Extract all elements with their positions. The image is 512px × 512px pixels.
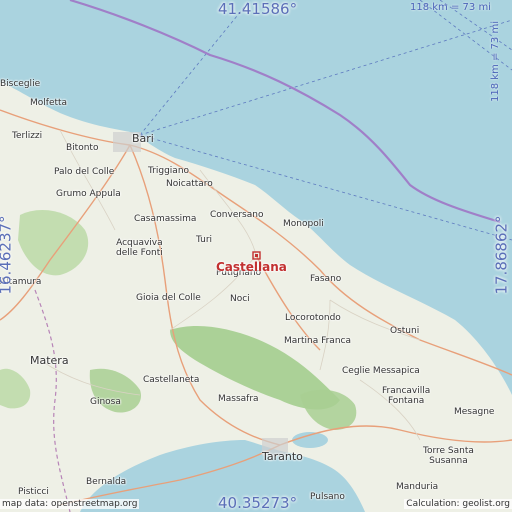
- place-label: Mesagne: [454, 407, 495, 417]
- place-label: Palo del Colle: [54, 167, 115, 177]
- place-label: Bisceglie: [0, 79, 41, 89]
- place-label: Ostuni: [390, 326, 420, 336]
- place-label: Triggiano: [148, 166, 190, 176]
- place-label: Monopoli: [283, 219, 324, 229]
- murge-forest-4: [0, 368, 31, 409]
- target-place-label: Castellana: [216, 260, 287, 274]
- place-label: Matera: [30, 354, 69, 367]
- scale-right-label: 118 km = 73 mi: [489, 21, 501, 102]
- place-label: Ceglie Messapica: [342, 366, 420, 376]
- regional-border: [34, 289, 71, 512]
- murge-forest-1: [18, 210, 89, 276]
- place-label: Noicattaro: [166, 179, 213, 189]
- place-label: Fasano: [310, 274, 342, 284]
- place-label: Casamassima: [134, 214, 197, 224]
- scale-top-label: 118 km = 73 mi: [410, 2, 491, 13]
- map-data-attribution[interactable]: map data: openstreetmap.org: [0, 499, 140, 509]
- place-label: Francavilla Fontana: [382, 386, 431, 406]
- place-label: Castellaneta: [143, 375, 200, 385]
- place-label: Terlizzi: [12, 131, 43, 141]
- place-label: Martina Franca: [284, 336, 351, 346]
- place-label: Pisticci: [18, 487, 49, 497]
- calculation-attribution[interactable]: Calculation: geolist.org: [404, 499, 512, 509]
- place-label: Bari: [132, 132, 154, 145]
- place-label: Bernalda: [86, 477, 127, 487]
- north-latitude-label: 41.41586°: [218, 0, 298, 18]
- map-base-layer: [0, 0, 512, 512]
- murge-forest-5: [300, 389, 357, 430]
- place-label: Turi: [196, 235, 213, 245]
- place-label: Acquaviva delle Fonti: [116, 238, 163, 258]
- place-label: Grumo Appula: [56, 189, 121, 199]
- place-label: Conversano: [210, 210, 264, 220]
- place-label: Torre Santa Susanna: [423, 446, 474, 466]
- place-label: Taranto: [262, 450, 303, 463]
- place-label: Gioia del Colle: [136, 293, 201, 303]
- place-label: Ginosa: [90, 397, 121, 407]
- place-label: Manduria: [396, 482, 439, 492]
- west-longitude-label: 16.46237°: [0, 215, 15, 295]
- east-longitude-label: 17.86862°: [492, 215, 511, 295]
- place-label: Noci: [230, 294, 250, 304]
- place-label: Bitonto: [66, 143, 99, 153]
- map-canvas[interactable]: Bisceglie Molfetta Terlizzi Bari Bitonto Trig…: [0, 0, 512, 512]
- place-label: Massafra: [218, 394, 259, 404]
- place-label: Molfetta: [30, 98, 68, 108]
- place-label: Pulsano: [310, 492, 345, 502]
- place-label: Locorotondo: [285, 313, 341, 323]
- south-latitude-label: 40.35273°: [218, 494, 298, 512]
